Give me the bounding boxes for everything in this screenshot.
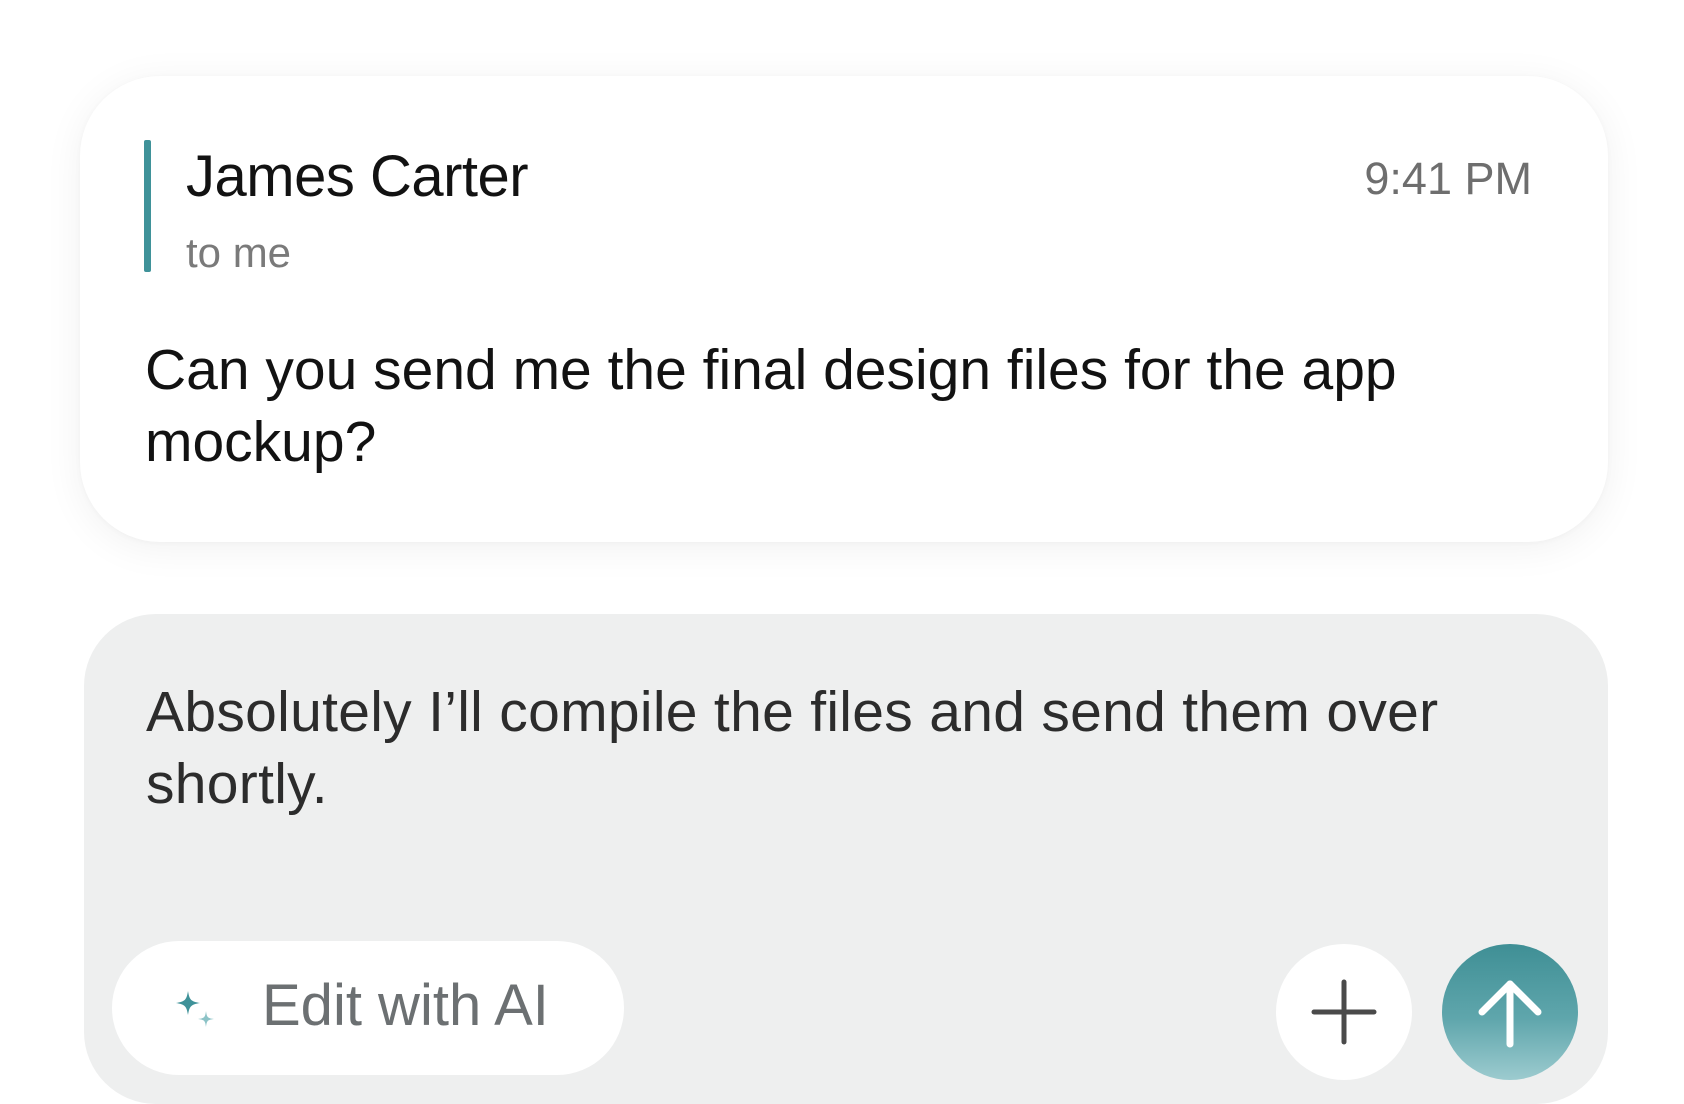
- email-card: James Carter to me 9:41 PM Can you send …: [80, 76, 1608, 542]
- accent-bar: [144, 140, 151, 272]
- sender-name: James Carter: [186, 144, 529, 209]
- send-button[interactable]: [1442, 944, 1578, 1080]
- message-body: Can you send me the final design files f…: [145, 338, 1397, 474]
- reply-composer: Absolutely I’ll compile the files and se…: [84, 614, 1608, 1104]
- edit-with-ai-button[interactable]: Edit with AI: [112, 941, 624, 1075]
- reply-text-field[interactable]: Absolutely I’ll compile the files and se…: [146, 676, 1546, 820]
- recipient-label: to me: [186, 229, 292, 276]
- timestamp: 9:41 PM: [1364, 153, 1532, 204]
- edit-with-ai-label: Edit with AI: [262, 973, 549, 1038]
- attach-button[interactable]: [1276, 944, 1412, 1080]
- arrow-up-icon: [1478, 980, 1542, 1048]
- sparkle-icon: [176, 991, 214, 1027]
- plus-icon: [1311, 979, 1377, 1045]
